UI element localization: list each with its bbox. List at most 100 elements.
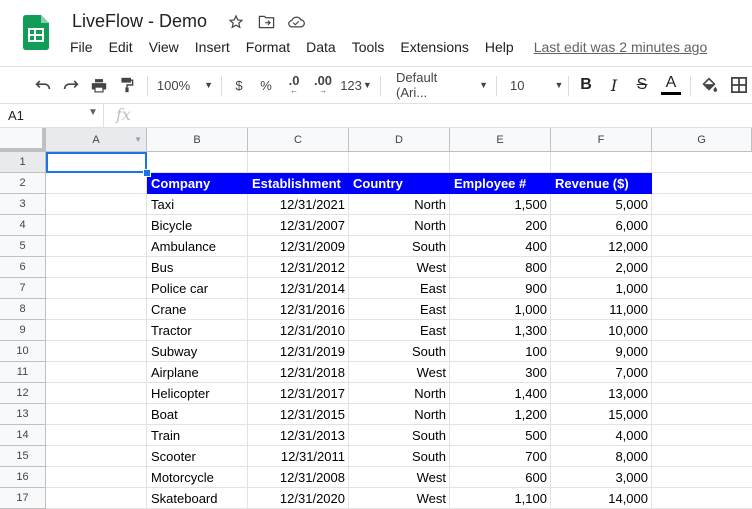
cell-b7[interactable]: Police car bbox=[147, 278, 248, 299]
last-edit-link[interactable]: Last edit was 2 minutes ago bbox=[534, 39, 708, 55]
cell-b11[interactable]: Airplane bbox=[147, 362, 248, 383]
cell-e9[interactable]: 1,300 bbox=[450, 320, 551, 341]
row-header-11[interactable]: 11 bbox=[0, 362, 46, 383]
row-header-9[interactable]: 9 bbox=[0, 320, 46, 341]
move-folder-icon[interactable] bbox=[256, 12, 276, 32]
cell-e5[interactable]: 400 bbox=[450, 236, 551, 257]
cell-c5[interactable]: 12/31/2009 bbox=[248, 236, 349, 257]
sheets-logo-icon[interactable] bbox=[23, 15, 49, 50]
filter-dropdown-icon[interactable]: ▼ bbox=[134, 135, 142, 144]
decrease-decimal-button[interactable]: .0 ← bbox=[283, 67, 305, 103]
table-header-cell[interactable]: Establishment bbox=[248, 173, 349, 194]
row-header-7[interactable]: 7 bbox=[0, 278, 46, 299]
menu-help[interactable]: Help bbox=[485, 39, 514, 55]
cell-b8[interactable]: Crane bbox=[147, 299, 248, 320]
row-header-13[interactable]: 13 bbox=[0, 404, 46, 425]
cell-d9[interactable]: East bbox=[349, 320, 450, 341]
cell-b17[interactable]: Skateboard bbox=[147, 488, 248, 509]
italic-button[interactable]: I bbox=[604, 67, 624, 103]
cell-d10[interactable]: South bbox=[349, 341, 450, 362]
font-family-select[interactable]: Default (Ari... ▼ bbox=[390, 67, 488, 103]
menu-edit[interactable]: Edit bbox=[109, 39, 133, 55]
menu-extensions[interactable]: Extensions bbox=[400, 39, 468, 55]
bold-button[interactable]: B bbox=[576, 67, 596, 103]
cell-f4[interactable]: 6,000 bbox=[551, 215, 652, 236]
cell-b14[interactable]: Train bbox=[147, 425, 248, 446]
cell-d7[interactable]: East bbox=[349, 278, 450, 299]
row-header-5[interactable]: 5 bbox=[0, 236, 46, 257]
column-header-b[interactable]: B bbox=[147, 128, 248, 152]
menu-format[interactable]: Format bbox=[246, 39, 290, 55]
cell-f3[interactable]: 5,000 bbox=[551, 194, 652, 215]
cell-f15[interactable]: 8,000 bbox=[551, 446, 652, 467]
row-header-4[interactable]: 4 bbox=[0, 215, 46, 236]
cloud-status-icon[interactable] bbox=[286, 12, 306, 32]
cell-f12[interactable]: 13,000 bbox=[551, 383, 652, 404]
cell-c16[interactable]: 12/31/2008 bbox=[248, 467, 349, 488]
cell-b16[interactable]: Motorcycle bbox=[147, 467, 248, 488]
cell-d12[interactable]: North bbox=[349, 383, 450, 404]
cell-f9[interactable]: 10,000 bbox=[551, 320, 652, 341]
cell-c4[interactable]: 12/31/2007 bbox=[248, 215, 349, 236]
column-header-a[interactable]: A ▼ bbox=[46, 128, 147, 152]
cell-d17[interactable]: West bbox=[349, 488, 450, 509]
font-size-select[interactable]: 10 ▼ bbox=[504, 67, 563, 103]
cell-c14[interactable]: 12/31/2013 bbox=[248, 425, 349, 446]
column-header-f[interactable]: F bbox=[551, 128, 652, 152]
cell-f7[interactable]: 1,000 bbox=[551, 278, 652, 299]
column-header-d[interactable]: D bbox=[349, 128, 450, 152]
zoom-select[interactable]: 100% ▼ bbox=[155, 67, 215, 103]
cell-b5[interactable]: Ambulance bbox=[147, 236, 248, 257]
cell-e16[interactable]: 600 bbox=[450, 467, 551, 488]
cell-f17[interactable]: 14,000 bbox=[551, 488, 652, 509]
menu-tools[interactable]: Tools bbox=[352, 39, 385, 55]
cell-b13[interactable]: Boat bbox=[147, 404, 248, 425]
menu-insert[interactable]: Insert bbox=[195, 39, 230, 55]
cell-e17[interactable]: 1,100 bbox=[450, 488, 551, 509]
print-icon[interactable] bbox=[88, 67, 110, 103]
cell-b3[interactable]: Taxi bbox=[147, 194, 248, 215]
cell-c8[interactable]: 12/31/2016 bbox=[248, 299, 349, 320]
column-header-e[interactable]: E bbox=[450, 128, 551, 152]
cell-f10[interactable]: 9,000 bbox=[551, 341, 652, 362]
row-header-16[interactable]: 16 bbox=[0, 467, 46, 488]
cell-c10[interactable]: 12/31/2019 bbox=[248, 341, 349, 362]
cell-f16[interactable]: 3,000 bbox=[551, 467, 652, 488]
cell-e11[interactable]: 300 bbox=[450, 362, 551, 383]
selected-cell-a1[interactable] bbox=[46, 152, 147, 173]
doc-title[interactable]: LiveFlow - Demo bbox=[72, 11, 207, 32]
cell-f8[interactable]: 11,000 bbox=[551, 299, 652, 320]
column-header-c[interactable]: C bbox=[248, 128, 349, 152]
row-header-15[interactable]: 15 bbox=[0, 446, 46, 467]
table-header-cell[interactable]: Revenue ($) bbox=[551, 173, 652, 194]
row-header-3[interactable]: 3 bbox=[0, 194, 46, 215]
currency-format-button[interactable]: $ bbox=[229, 67, 249, 103]
cell-c3[interactable]: 12/31/2021 bbox=[248, 194, 349, 215]
cell-c13[interactable]: 12/31/2015 bbox=[248, 404, 349, 425]
cell-e4[interactable]: 200 bbox=[450, 215, 551, 236]
cell-d4[interactable]: North bbox=[349, 215, 450, 236]
cell-b10[interactable]: Subway bbox=[147, 341, 248, 362]
cell-d8[interactable]: East bbox=[349, 299, 450, 320]
undo-icon[interactable] bbox=[32, 67, 54, 103]
cell-e6[interactable]: 800 bbox=[450, 257, 551, 278]
cell-b12[interactable]: Helicopter bbox=[147, 383, 248, 404]
cell-e13[interactable]: 1,200 bbox=[450, 404, 551, 425]
cell-e15[interactable]: 700 bbox=[450, 446, 551, 467]
text-color-button[interactable]: A bbox=[660, 67, 682, 103]
cell-d11[interactable]: West bbox=[349, 362, 450, 383]
row-header-8[interactable]: 8 bbox=[0, 299, 46, 320]
cell-e12[interactable]: 1,400 bbox=[450, 383, 551, 404]
table-header-cell[interactable]: Employee # bbox=[450, 173, 551, 194]
cell-f11[interactable]: 7,000 bbox=[551, 362, 652, 383]
cell-c11[interactable]: 12/31/2018 bbox=[248, 362, 349, 383]
cell-e3[interactable]: 1,500 bbox=[450, 194, 551, 215]
cell-d13[interactable]: North bbox=[349, 404, 450, 425]
cell-b6[interactable]: Bus bbox=[147, 257, 248, 278]
cell-e8[interactable]: 1,000 bbox=[450, 299, 551, 320]
cell-f14[interactable]: 4,000 bbox=[551, 425, 652, 446]
menu-file[interactable]: File bbox=[70, 39, 93, 55]
cell-f6[interactable]: 2,000 bbox=[551, 257, 652, 278]
select-all-corner[interactable] bbox=[0, 128, 46, 152]
formula-input[interactable] bbox=[146, 104, 752, 127]
